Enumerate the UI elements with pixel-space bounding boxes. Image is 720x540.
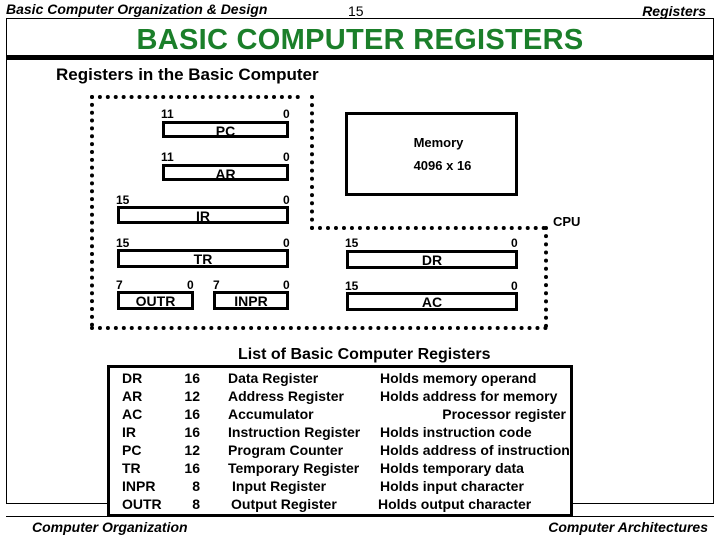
register-bits: 16 [184, 370, 200, 386]
table-row: AR 12 Address Register Holds address for… [110, 388, 570, 406]
register-name: Temporary Register [228, 460, 360, 476]
register-function: Processor register [442, 406, 566, 422]
register-tr: TR [117, 249, 289, 268]
header-course-title: Basic Computer Organization & Design [6, 1, 268, 17]
inpr-lsb: 0 [283, 278, 290, 292]
table-row: OUTR 8 Output Register Holds output char… [110, 496, 570, 514]
ir-msb: 15 [116, 193, 130, 207]
ac-msb: 15 [345, 279, 359, 293]
register-symbol: OUTR [122, 496, 162, 512]
footer-right: Computer Architectures [548, 519, 708, 535]
register-bits: 16 [184, 460, 200, 476]
cpu-boundary-mid [310, 226, 546, 230]
memory-label: Memory [413, 135, 464, 150]
header-section-title: Registers [642, 3, 706, 19]
cpu-boundary-left [90, 95, 94, 327]
register-function: Holds input character [380, 478, 524, 494]
register-function: Holds memory operand [380, 370, 537, 386]
register-symbol: AC [122, 406, 143, 422]
pc-lsb: 0 [283, 107, 290, 121]
register-name: Program Counter [228, 442, 344, 458]
register-function: Holds address of instruction [380, 442, 570, 458]
footer-left: Computer Organization [32, 519, 188, 535]
register-pc: PC [162, 121, 289, 138]
tr-msb: 15 [116, 236, 130, 250]
register-bits: 12 [184, 388, 200, 404]
register-outr: OUTR [117, 291, 194, 310]
diagram-subtitle: Registers in the Basic Computer [56, 65, 319, 84]
register-bits: 12 [184, 442, 200, 458]
register-symbol: AR [122, 388, 143, 404]
slide-title: BASIC COMPUTER REGISTERS [136, 24, 584, 56]
register-symbol: INPR [122, 478, 156, 494]
ar-lsb: 0 [283, 150, 290, 164]
dr-msb: 15 [345, 236, 359, 250]
register-function: Holds output character [378, 496, 532, 512]
register-ir: IR [117, 206, 289, 224]
pc-msb: 11 [161, 107, 174, 121]
table-row: DR 16 Data Register Holds memory operand [110, 370, 570, 388]
register-table: DR 16 Data Register Holds memory operand… [107, 365, 573, 517]
register-bits: 16 [184, 406, 200, 422]
cpu-boundary-inner-right [310, 95, 314, 230]
register-symbol: PC [122, 442, 142, 458]
register-symbol: TR [122, 460, 141, 476]
inpr-msb: 7 [213, 278, 220, 292]
register-function: Holds address for memory [380, 388, 558, 404]
register-name: Output Register [231, 496, 337, 512]
table-row: INPR 8 Input Register Holds input charac… [110, 478, 570, 496]
register-inpr: INPR [213, 291, 289, 310]
register-symbol: IR [122, 424, 136, 440]
register-name: Data Register [228, 370, 319, 386]
register-name: Input Register [232, 478, 327, 494]
cpu-label: CPU [553, 214, 581, 229]
table-row: PC 12 Program Counter Holds address of i… [110, 442, 570, 460]
register-ac: AC [346, 292, 518, 311]
register-name: Instruction Register [228, 424, 361, 440]
title-divider [6, 55, 714, 60]
register-bits: 16 [184, 424, 200, 440]
ir-lsb: 0 [283, 193, 290, 207]
register-symbol: DR [122, 370, 143, 386]
table-row: AC 16 Accumulator Processor register [110, 406, 570, 424]
register-bits: 8 [192, 478, 200, 494]
register-function: Holds temporary data [380, 460, 524, 476]
register-list-title: List of Basic Computer Registers [238, 346, 491, 363]
dr-lsb: 0 [511, 236, 518, 250]
tr-lsb: 0 [283, 236, 290, 250]
register-name: Address Register [228, 388, 344, 404]
cpu-boundary-top [90, 95, 300, 99]
ac-lsb: 0 [511, 279, 518, 293]
register-function: Holds instruction code [380, 424, 532, 440]
memory-box [345, 112, 518, 196]
table-row: IR 16 Instruction Register Holds instruc… [110, 424, 570, 442]
register-ar: AR [162, 164, 289, 181]
register-name: Accumulator [228, 406, 314, 422]
page-number: 15 [348, 3, 364, 19]
register-dr: DR [346, 250, 518, 269]
outr-lsb: 0 [187, 278, 194, 292]
cpu-boundary-right [544, 226, 548, 328]
table-row: TR 16 Temporary Register Holds temporary… [110, 460, 570, 478]
ar-msb: 11 [161, 150, 174, 164]
register-bits: 8 [192, 496, 200, 512]
cpu-boundary-bottom [90, 326, 548, 330]
outr-msb: 7 [116, 278, 123, 292]
memory-size: 4096 x 16 [413, 158, 472, 173]
